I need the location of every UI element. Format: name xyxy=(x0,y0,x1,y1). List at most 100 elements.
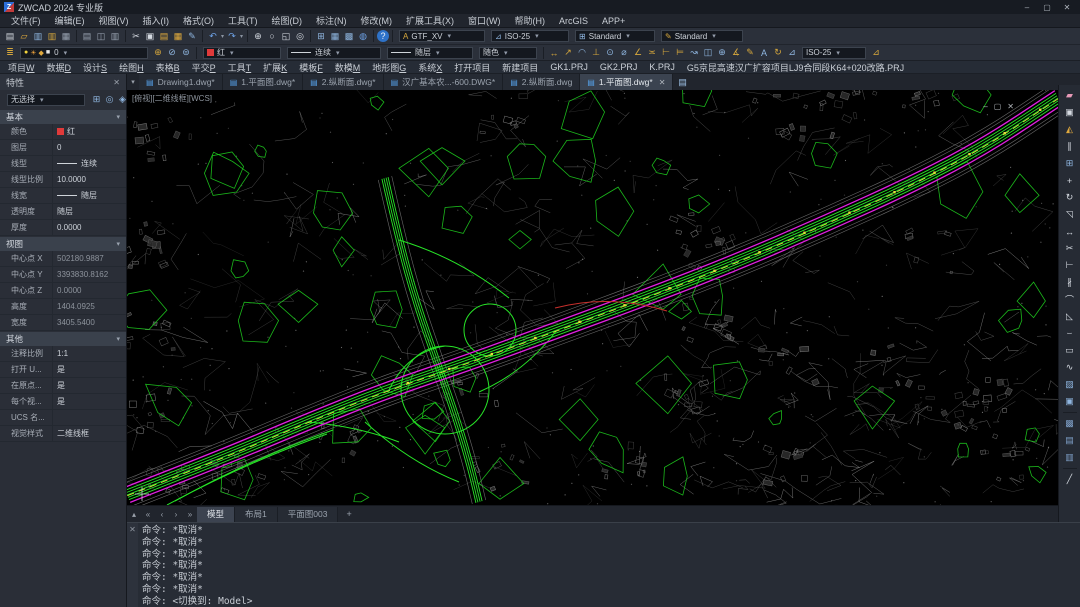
redo-icon[interactable]: ↷ xyxy=(225,30,239,43)
table-icon[interactable]: ⊞ xyxy=(314,30,328,43)
project-action-item[interactable]: K.PRJ xyxy=(643,62,681,72)
plot-preview-icon[interactable]: ◫ xyxy=(94,30,108,43)
plotstyle-combo[interactable]: 随色 xyxy=(479,47,537,59)
color-combo[interactable]: 红 xyxy=(203,47,281,59)
select-objects-icon[interactable]: ◎ xyxy=(103,93,116,106)
layer-color-swatch[interactable]: ■ xyxy=(46,49,50,57)
dim-continue-icon[interactable]: ⊨ xyxy=(673,46,687,59)
trim-icon[interactable]: ✂ xyxy=(1062,241,1078,256)
rotate-icon[interactable]: ↻ xyxy=(1062,190,1078,205)
doc-tab[interactable]: ▤Drawing1.dwg* xyxy=(139,74,223,90)
break-icon[interactable]: ∦ xyxy=(1062,275,1078,290)
project-menu-item[interactable]: 模板F xyxy=(293,61,329,74)
quick-select-icon[interactable]: ◈ xyxy=(116,93,127,106)
undo-icon[interactable]: ↶ xyxy=(206,30,220,43)
doc-tab[interactable]: ▤汉广基本农...-600.DWG* xyxy=(384,74,504,90)
table-style-combo[interactable]: ⊞ Standard xyxy=(575,30,655,42)
menubar-item[interactable]: 帮助(H) xyxy=(508,14,553,27)
chamfer-icon[interactable]: ◺ xyxy=(1062,309,1078,324)
copy-object-icon[interactable]: ▣ xyxy=(1062,105,1078,120)
match-properties-icon[interactable]: ✎ xyxy=(185,30,199,43)
property-value[interactable]: 红 xyxy=(52,124,126,139)
add-layout-button[interactable]: + xyxy=(338,509,359,519)
calculator-icon[interactable]: ▩ xyxy=(342,30,356,43)
dim-style-manager-icon[interactable]: ⊿ xyxy=(869,46,883,59)
dim-text-angle-icon[interactable]: A xyxy=(757,46,771,59)
new-file-icon[interactable]: ▤ xyxy=(3,30,17,43)
doc-tab[interactable]: ▤1.平面图.dwg* xyxy=(223,74,303,90)
tab-overflow-icon[interactable]: ▾ xyxy=(127,78,139,86)
property-value[interactable]: 0.0000 xyxy=(52,283,126,298)
property-value[interactable]: 0.0000 xyxy=(52,220,126,235)
layout-tab[interactable]: 平面图003 xyxy=(278,507,339,522)
menubar-item[interactable]: ArcGIS xyxy=(552,16,595,26)
layout-menu-icon[interactable]: ▴ xyxy=(127,507,141,522)
properties-close-icon[interactable]: ✕ xyxy=(113,78,120,87)
property-value[interactable]: 3405.5400 xyxy=(52,315,126,330)
text-style-combo[interactable]: A GTF_XV xyxy=(399,30,485,42)
offset-icon[interactable]: ∥ xyxy=(1062,139,1078,154)
export-icon[interactable]: ▦ xyxy=(59,30,73,43)
layout-tab[interactable]: 布局1 xyxy=(235,507,278,522)
property-value[interactable]: 连续 xyxy=(52,156,126,171)
redo-dropdown-icon[interactable]: ▾ xyxy=(240,33,243,40)
doc-tab[interactable]: ▤2.纵断面.dwg xyxy=(503,74,580,90)
dim-diameter-icon[interactable]: ⌀ xyxy=(617,46,631,59)
new-drawing-tab-icon[interactable]: ▤ xyxy=(673,77,692,88)
dim-tolerance-icon[interactable]: ◫ xyxy=(701,46,715,59)
mirror-icon[interactable]: ◭ xyxy=(1062,122,1078,137)
properties-section-header[interactable]: 视图 xyxy=(0,237,126,251)
line-icon[interactable]: ╱ xyxy=(1062,472,1078,487)
markup-icon[interactable]: ◍ xyxy=(356,30,370,43)
layer-on-icon[interactable]: ● xyxy=(24,49,28,57)
menubar-item[interactable]: 格式(O) xyxy=(176,14,221,27)
write-block-icon[interactable]: ▥ xyxy=(1062,450,1078,465)
menubar-item[interactable]: 编辑(E) xyxy=(48,14,92,27)
first-layout-icon[interactable]: « xyxy=(141,507,155,522)
paste-special-icon[interactable]: ▦ xyxy=(171,30,185,43)
property-value[interactable]: 0 xyxy=(52,140,126,155)
dim-override-icon[interactable]: ⊿ xyxy=(785,46,799,59)
insert-block-icon[interactable]: ▤ xyxy=(1062,433,1078,448)
extend-icon[interactable]: ⊢ xyxy=(1062,258,1078,273)
dim-leader-icon[interactable]: ↝ xyxy=(687,46,701,59)
doc-tab[interactable]: ▤2.纵断面.dwg* xyxy=(303,74,383,90)
stretch-icon[interactable]: ↔ xyxy=(1062,224,1078,239)
lineweight-combo[interactable]: 随层 xyxy=(387,47,473,59)
drawing-viewport[interactable]: [俯视][二维线框][WCS] –▢✕ xyxy=(127,90,1058,505)
plot-icon[interactable]: ▤ xyxy=(80,30,94,43)
mleader-style-combo[interactable]: ✎ Standard xyxy=(661,30,743,42)
prev-layout-icon[interactable]: ‹ xyxy=(155,507,169,522)
dim-linear-icon[interactable]: ↔ xyxy=(547,46,561,59)
zoom-window-icon[interactable]: ◱ xyxy=(279,30,293,43)
property-value[interactable]: 3393830.8162 xyxy=(52,267,126,282)
layer-states-icon[interactable]: ⊜ xyxy=(179,46,193,59)
dim-text-edit-icon[interactable]: ✎ xyxy=(743,46,757,59)
pan-icon[interactable]: ⊕ xyxy=(251,30,265,43)
next-layout-icon[interactable]: › xyxy=(169,507,183,522)
menubar-item[interactable]: 文件(F) xyxy=(4,14,48,27)
property-value[interactable]: 是 xyxy=(52,394,126,409)
paste-icon[interactable]: ▤ xyxy=(157,30,171,43)
property-value[interactable]: 是 xyxy=(52,378,126,393)
dim-ordinate-icon[interactable]: ⊥ xyxy=(589,46,603,59)
menubar-item[interactable]: 视图(V) xyxy=(92,14,136,27)
menubar-item[interactable]: 标注(N) xyxy=(309,14,354,27)
dim-aligned-icon[interactable]: ↗ xyxy=(561,46,575,59)
layout-tab[interactable]: 模型 xyxy=(197,507,235,522)
command-window[interactable]: ✕ 命令: *取消* 命令: *取消* 命令: *取消* 命令: *取消* 命令… xyxy=(127,522,1080,607)
selection-filter-combo[interactable]: 无选择 xyxy=(7,94,85,106)
scale-icon[interactable]: ◹ xyxy=(1062,207,1078,222)
viewport-close-icon[interactable]: ✕ xyxy=(1007,102,1014,111)
move-icon[interactable]: + xyxy=(1062,173,1078,188)
hatch-icon[interactable]: ▨ xyxy=(1062,377,1078,392)
rectangle-icon[interactable]: ▭ xyxy=(1062,343,1078,358)
help-icon[interactable]: ? xyxy=(377,30,389,42)
property-value[interactable] xyxy=(52,410,126,425)
doc-tab-close-icon[interactable]: ✕ xyxy=(659,78,666,87)
menubar-item[interactable]: 工具(T) xyxy=(221,14,265,27)
project-action-item[interactable]: G5京昆高速汉广扩容项目LJ9合同段K64+020改路.PRJ xyxy=(681,61,910,74)
undo-dropdown-icon[interactable]: ▾ xyxy=(221,33,224,40)
dim-update-icon[interactable]: ↻ xyxy=(771,46,785,59)
viewport-minimize-icon[interactable]: – xyxy=(983,102,987,111)
